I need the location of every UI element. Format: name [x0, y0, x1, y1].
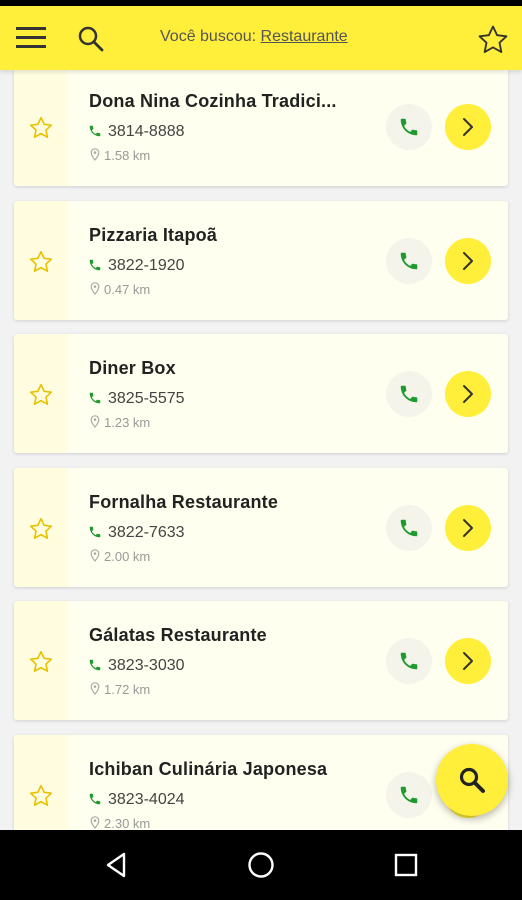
favorite-toggle[interactable] [14, 334, 68, 453]
details-button[interactable] [445, 371, 491, 417]
menu-icon[interactable] [14, 24, 48, 52]
phone-icon [88, 123, 108, 140]
details-button[interactable] [445, 104, 491, 150]
result-phone-row: 3823-4024 [88, 791, 185, 809]
details-button[interactable] [445, 504, 491, 551]
result-name: Pizzaria Itapoã [89, 224, 218, 245]
result-phone-row: 3823-3030 [88, 657, 185, 675]
location-pin-icon [90, 548, 104, 564]
call-button[interactable] [386, 771, 432, 818]
result-distance: 2.00 km [104, 548, 151, 564]
result-phone-row: 3825-5575 [88, 390, 185, 408]
result-distance: 1.72 km [104, 682, 151, 697]
location-pin-icon [90, 415, 104, 430]
location-pin-icon [90, 815, 104, 831]
back-icon[interactable] [101, 850, 131, 880]
phone-icon [88, 390, 108, 407]
result-distance-row: 2.00 km [90, 549, 150, 564]
favorite-toggle[interactable] [14, 200, 68, 320]
results-list[interactable]: Dona Nina Cozinha Tradici... 3814-8888 1.5… [0, 70, 522, 830]
favorite-toggle[interactable] [14, 601, 68, 720]
search-icon[interactable] [76, 24, 106, 54]
result-distance: 1.58 km [104, 148, 151, 163]
search-summary: Você buscou: Restaurante [160, 28, 348, 46]
result-phone-row: 3822-7633 [88, 524, 185, 542]
result-phone-row: 3814-8888 [88, 123, 185, 141]
result-phone: 3823-3030 [108, 657, 185, 674]
call-button[interactable] [386, 371, 432, 417]
result-distance-row: 0.47 km [90, 282, 150, 297]
result-card[interactable]: Gálatas Restaurante 3823-3030 1.72 km [14, 601, 508, 720]
favorite-toggle[interactable] [14, 734, 68, 830]
result-phone: 3822-1920 [108, 256, 185, 274]
search-icon [459, 767, 485, 793]
result-card[interactable]: Fornalha Restaurante 3822-7633 2.00 km [14, 467, 508, 587]
phone-icon [88, 657, 108, 674]
android-nav-bar [0, 830, 522, 900]
result-card[interactable]: Pizzaria Itapoã 3822-1920 0.47 km [14, 200, 508, 320]
search-term-link[interactable]: Restaurante [261, 28, 348, 45]
result-phone: 3823-4024 [108, 790, 185, 808]
phone-icon [88, 257, 108, 274]
home-icon[interactable] [246, 850, 276, 880]
star-outline-icon[interactable] [476, 23, 510, 57]
result-distance-row: 1.58 km [90, 148, 150, 163]
search-fab[interactable] [436, 744, 508, 816]
result-distance-row: 1.23 km [90, 415, 150, 430]
result-card[interactable]: Dona Nina Cozinha Tradici... 3814-8888 1.5… [14, 70, 508, 186]
result-phone: 3825-5575 [108, 390, 185, 407]
location-pin-icon [90, 281, 104, 297]
result-distance-row: 2.30 km [90, 815, 151, 831]
phone-icon [88, 524, 108, 541]
result-distance-row: 1.72 km [90, 682, 150, 697]
result-name: Fornalha Restaurante [89, 491, 279, 512]
result-name: Diner Box [89, 358, 176, 378]
phone-icon [88, 791, 108, 808]
call-button[interactable] [386, 504, 432, 551]
result-phone: 3814-8888 [108, 123, 185, 140]
favorite-toggle[interactable] [14, 70, 68, 186]
details-button[interactable] [445, 638, 491, 684]
result-distance: 1.23 km [104, 415, 151, 430]
recents-icon[interactable] [391, 850, 421, 880]
favorite-toggle[interactable] [14, 467, 68, 587]
result-card[interactable]: Ichiban Culinária Japonesa 3823-4024 2.30 … [14, 734, 508, 831]
result-distance: 2.30 km [104, 815, 151, 831]
details-button[interactable] [445, 237, 491, 284]
location-pin-icon [90, 682, 104, 697]
app-bar: Você buscou: Restaurante [0, 6, 522, 70]
result-name: Gálatas Restaurante [89, 625, 267, 645]
call-button[interactable] [386, 104, 432, 150]
search-prefix: Você buscou: [160, 28, 257, 45]
result-name: Ichiban Culinária Japonesa [89, 758, 328, 779]
call-button[interactable] [386, 638, 432, 684]
result-phone: 3822-7633 [108, 523, 185, 541]
call-button[interactable] [386, 237, 432, 284]
result-phone-row: 3822-1920 [88, 257, 185, 275]
location-pin-icon [90, 148, 104, 163]
result-card[interactable]: Diner Box 3825-5575 1.23 km [14, 334, 508, 453]
result-name: Dona Nina Cozinha Tradici... [89, 91, 337, 111]
result-distance: 0.47 km [104, 281, 151, 297]
